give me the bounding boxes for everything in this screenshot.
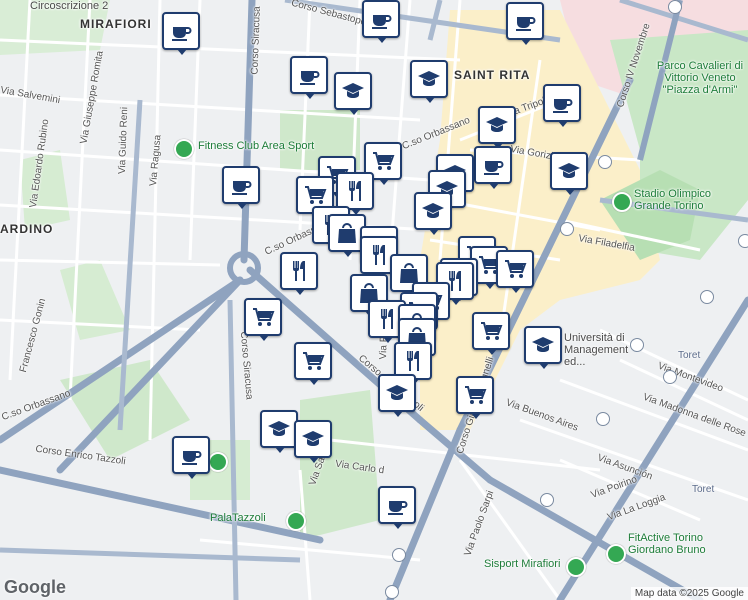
map-canvas[interactable]: Circoscrizione 2 MIRAFIORI SAINT RITA AR… [0, 0, 748, 600]
marker-restaurant[interactable] [280, 252, 318, 295]
shopping-cart-icon [305, 186, 327, 204]
label-toret-1: Toret [678, 350, 701, 361]
marker-cafe[interactable] [506, 2, 544, 45]
fork-knife-icon [381, 309, 393, 329]
marker-cafe[interactable] [290, 56, 328, 99]
transit-stop-icon[interactable] [668, 0, 682, 14]
coffee-cup-icon [388, 501, 408, 515]
transit-stop-icon[interactable] [700, 290, 714, 304]
palatazzoli-icon[interactable] [286, 511, 306, 531]
marker-school[interactable] [334, 72, 372, 115]
fork-knife-icon [349, 181, 361, 201]
label-via-guido-reni: Via Guido Reni [116, 106, 131, 175]
label-mirafiori: MIRAFIORI [80, 17, 152, 31]
label-circoscrizione: Circoscrizione 2 [30, 0, 109, 12]
label-fitactive[interactable]: FitActive Torino Giordano Bruno [628, 532, 748, 556]
label-parco-cavalieri[interactable]: Parco Cavalieri di Vittorio Veneto "Piaz… [650, 60, 748, 96]
label-palatazzoli[interactable]: PalaTazzoli [210, 512, 266, 524]
graduation-cap-icon [302, 431, 324, 446]
fitness-club-icon[interactable] [174, 139, 194, 159]
graduation-cap-icon [558, 163, 580, 178]
marker-shop[interactable] [244, 298, 282, 341]
coffee-cup-icon [516, 17, 536, 31]
marker-restaurant[interactable] [336, 172, 374, 215]
stadium-icon[interactable] [612, 192, 632, 212]
coffee-cup-icon [300, 71, 320, 85]
marker-shop[interactable] [294, 342, 332, 385]
graduation-cap-icon [386, 385, 408, 400]
marker-cafe[interactable] [162, 12, 200, 55]
graduation-cap-icon [342, 83, 364, 98]
label-stadio-olimpico[interactable]: Stadio Olimpico Grande Torino [634, 188, 724, 212]
marker-school[interactable] [410, 60, 448, 103]
marker-school[interactable] [478, 106, 516, 149]
graduation-cap-icon [418, 71, 440, 86]
shopping-cart-icon [303, 352, 325, 370]
marker-cafe[interactable] [378, 486, 416, 529]
coffee-cup-icon [484, 161, 504, 175]
fork-knife-icon [373, 245, 385, 265]
sisport-icon[interactable] [566, 557, 586, 577]
shopping-cart-icon [373, 152, 395, 170]
fork-knife-icon [293, 261, 305, 281]
marker-shop[interactable] [472, 312, 510, 355]
transit-stop-icon[interactable] [663, 370, 677, 384]
marker-cafe[interactable] [362, 0, 400, 43]
shopping-cart-icon [505, 260, 527, 278]
park-poi-icon[interactable] [208, 452, 228, 472]
marker-school[interactable] [414, 192, 452, 235]
marker-school[interactable] [260, 410, 298, 453]
transit-stop-icon[interactable] [560, 222, 574, 236]
transit-stop-icon[interactable] [738, 234, 748, 248]
coffee-cup-icon [232, 181, 252, 195]
transit-stop-icon[interactable] [385, 585, 399, 599]
transit-stop-icon[interactable] [630, 338, 644, 352]
transit-stop-icon[interactable] [596, 412, 610, 426]
marker-school[interactable] [378, 374, 416, 417]
shopping-cart-icon [253, 308, 275, 326]
transit-stop-icon[interactable] [598, 155, 612, 169]
graduation-cap-icon [268, 421, 290, 436]
shopping-cart-icon [465, 386, 487, 404]
label-ardino: ARDINO [0, 222, 54, 236]
marker-cafe[interactable] [474, 146, 512, 189]
shopping-cart-icon [481, 322, 503, 340]
graduation-cap-icon [486, 117, 508, 132]
marker-shop[interactable] [456, 376, 494, 419]
transit-stop-icon[interactable] [392, 548, 406, 562]
google-logo: Google [4, 577, 66, 597]
label-sisport[interactable]: Sisport Mirafiori [484, 558, 560, 570]
fitactive-icon[interactable] [606, 544, 626, 564]
marker-cafe[interactable] [172, 436, 210, 479]
coffee-cup-icon [182, 451, 202, 465]
fork-knife-icon [407, 351, 419, 371]
shopping-bag-icon [338, 223, 356, 243]
label-saint-rita: SAINT RITA [454, 68, 531, 82]
coffee-cup-icon [553, 99, 573, 113]
coffee-cup-icon [372, 15, 392, 29]
marker-cafe[interactable] [543, 84, 581, 127]
transit-stop-icon[interactable] [540, 493, 554, 507]
marker-school[interactable] [524, 326, 562, 369]
graduation-cap-icon [422, 203, 444, 218]
marker-school[interactable] [294, 420, 332, 463]
graduation-cap-icon [532, 337, 554, 352]
marker-school[interactable] [550, 152, 588, 195]
marker-cafe[interactable] [222, 166, 260, 209]
label-fitness-club[interactable]: Fitness Club Area Sport [198, 140, 314, 152]
marker-shop[interactable] [496, 250, 534, 293]
map-attribution[interactable]: Map data ©2025 Google [630, 587, 748, 600]
coffee-cup-icon [172, 27, 192, 41]
label-toret-2: Toret [692, 484, 715, 495]
